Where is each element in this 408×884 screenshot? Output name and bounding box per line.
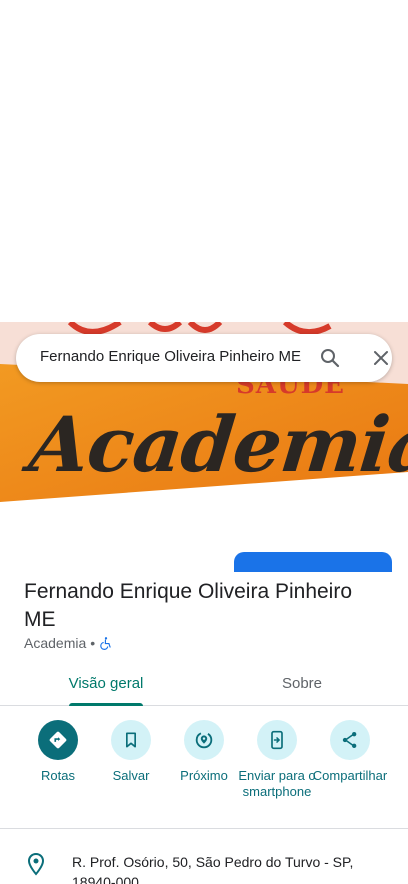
location-pin-icon xyxy=(27,852,45,876)
tab-overview[interactable]: Visão geral xyxy=(36,662,176,706)
meta-separator: • xyxy=(90,635,96,651)
share-icon xyxy=(342,732,357,748)
bookmark-icon xyxy=(126,732,136,748)
address-row[interactable]: R. Prof. Osório, 50, São Pedro do Turvo … xyxy=(0,840,408,884)
save-label: Salvar xyxy=(112,768,150,783)
share-label: Compartilhar xyxy=(312,768,388,783)
tab-about[interactable]: Sobre xyxy=(232,662,372,706)
directions-label: Rotas xyxy=(41,768,75,783)
directions-icon xyxy=(49,731,67,749)
search-bar[interactable]: Fernando Enrique Oliveira Pinheiro ME xyxy=(16,334,392,382)
send-to-phone-icon xyxy=(271,730,283,750)
wheelchair-icon xyxy=(100,637,111,650)
nearby-button[interactable]: Próximo xyxy=(165,720,243,784)
section-divider xyxy=(0,828,408,829)
share-circle[interactable] xyxy=(330,720,370,760)
share-button[interactable]: Compartilhar xyxy=(311,720,389,784)
directions-circle[interactable] xyxy=(38,720,78,760)
save-button[interactable]: Salvar xyxy=(92,720,170,784)
nearby-circle[interactable] xyxy=(184,720,224,760)
tab-bar: Visão geral Sobre xyxy=(0,662,408,706)
selected-tab-indicator xyxy=(69,703,143,706)
directions-button[interactable]: Rotas xyxy=(19,720,97,784)
place-title: Fernando Enrique Oliveira Pinheiro ME xyxy=(24,580,353,631)
photo-logo-text: Academia xyxy=(25,400,408,489)
place-meta: Academia • xyxy=(24,635,113,651)
save-circle[interactable] xyxy=(111,720,151,760)
search-icon[interactable] xyxy=(318,346,342,370)
send-to-phone-label: Enviar para o smartphone xyxy=(238,768,316,799)
photo-blue-band xyxy=(234,552,392,572)
address-text: R. Prof. Osório, 50, São Pedro do Turvo … xyxy=(72,854,354,884)
nearby-label: Próximo xyxy=(180,768,228,783)
nearby-icon xyxy=(195,731,213,749)
action-bar: Rotas Salvar Próximo Enviar para o smart… xyxy=(0,720,408,820)
send-to-phone-button[interactable]: Enviar para o smartphone xyxy=(238,720,316,800)
place-category: Academia xyxy=(24,635,87,651)
map-blank-area xyxy=(0,0,408,322)
search-input[interactable]: Fernando Enrique Oliveira Pinheiro ME xyxy=(40,348,302,365)
send-to-phone-circle[interactable] xyxy=(257,720,297,760)
close-icon[interactable] xyxy=(369,346,393,370)
